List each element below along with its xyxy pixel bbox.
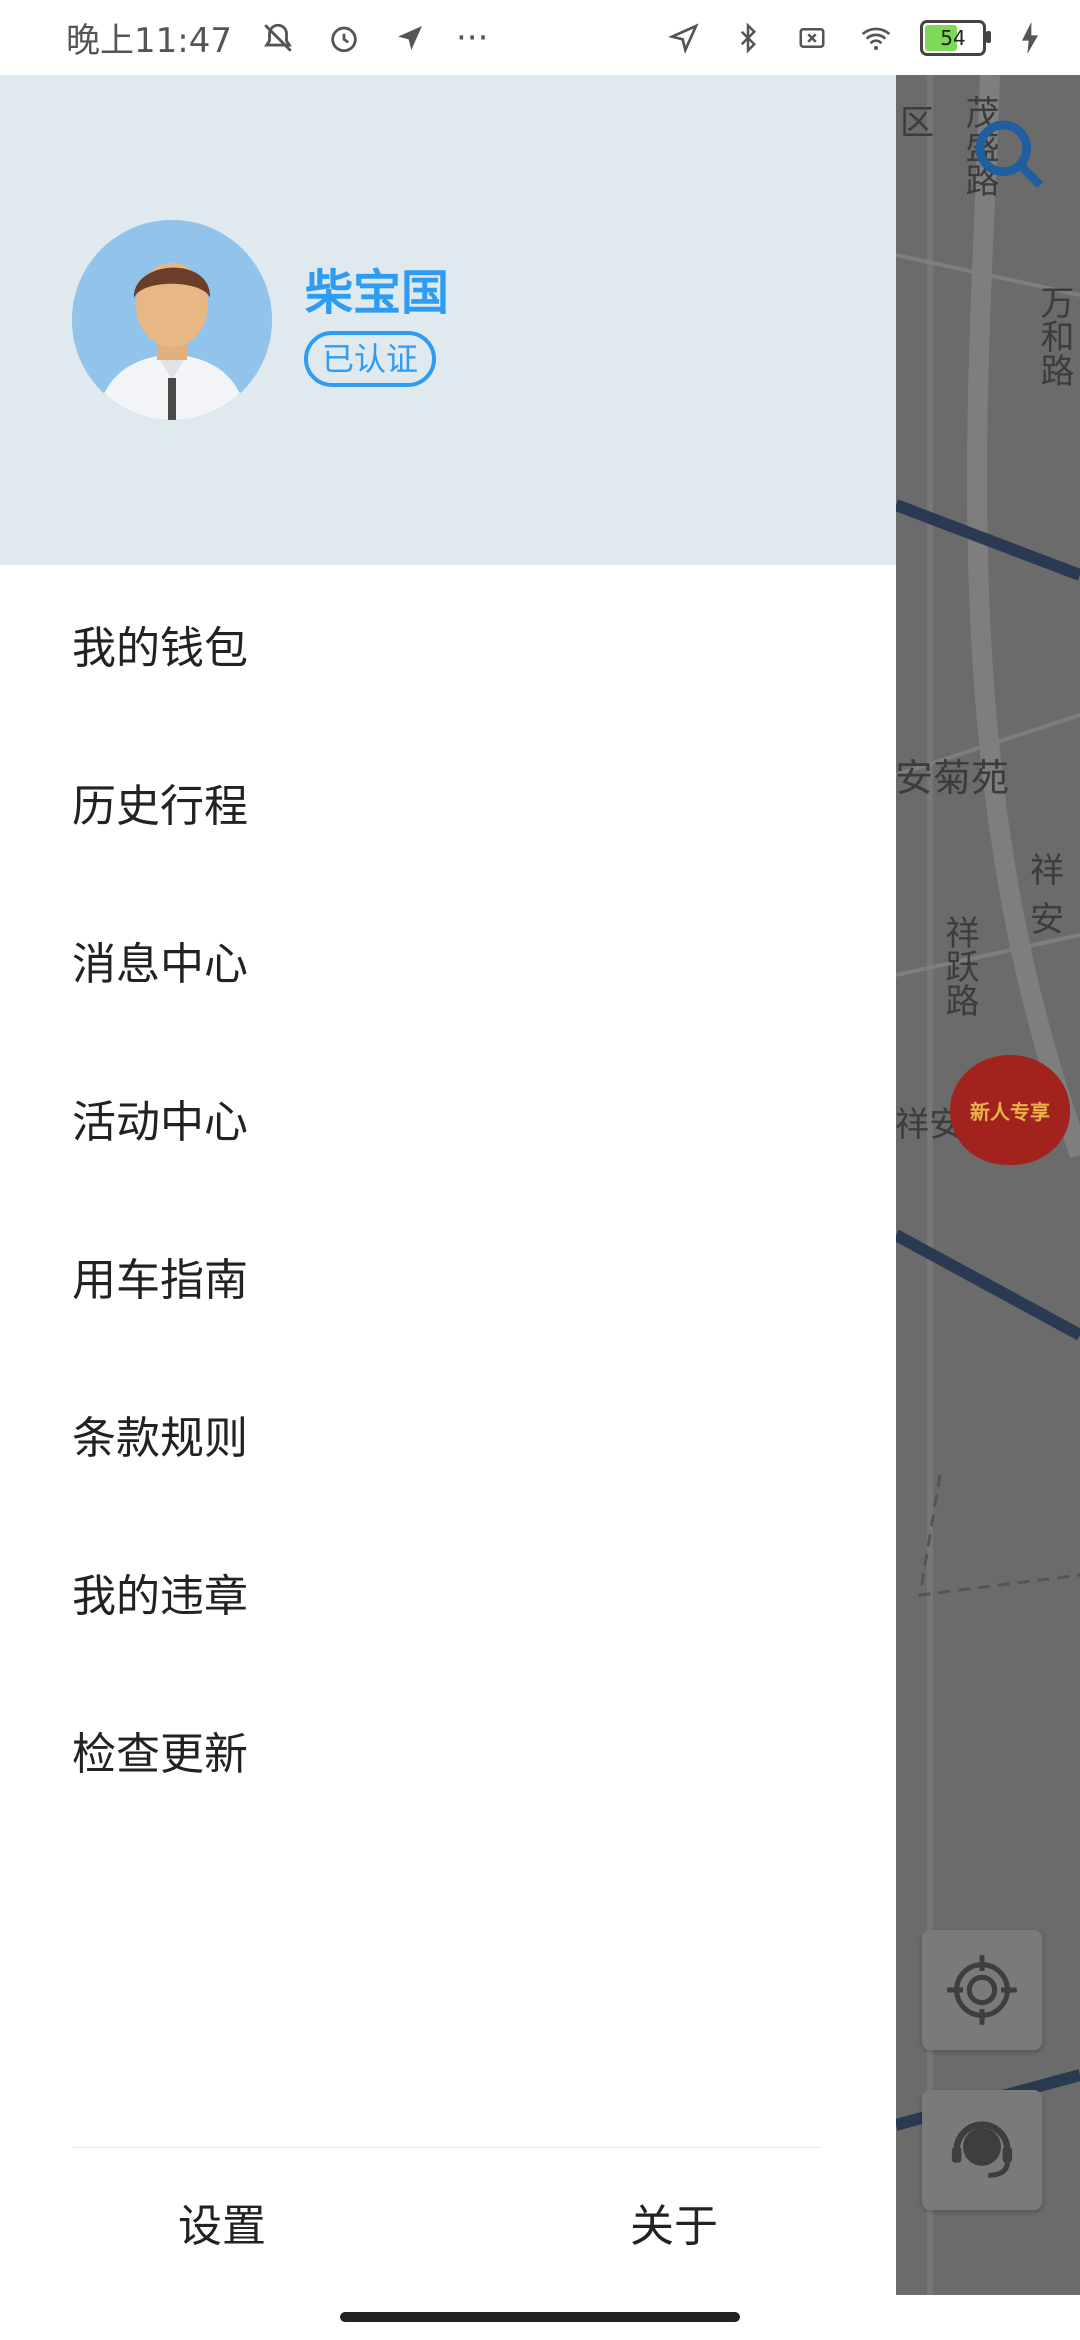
menu-item-message-center[interactable]: 消息中心: [0, 881, 896, 1039]
user-avatar-icon: [72, 220, 272, 420]
map-label-district: 区: [900, 103, 934, 143]
charging-icon: [1010, 18, 1050, 58]
verified-badge: 已认证: [304, 331, 437, 387]
more-dots: ···: [455, 17, 489, 58]
menu-item-terms[interactable]: 条款规则: [0, 1355, 896, 1513]
locate-button[interactable]: [922, 1930, 1042, 2050]
menu-item-wallet[interactable]: 我的钱包: [0, 565, 896, 723]
menu-item-trip-history[interactable]: 历史行程: [0, 723, 896, 881]
drawer-footer: 设置 关于: [72, 2147, 822, 2296]
navigation-drawer: 柴宝国 已认证 我的钱包 历史行程 消息中心 活动中心 用车指南 条款规则 我的…: [0, 75, 896, 2295]
system-nav-bar: [0, 2295, 1080, 2340]
map-label-xiangyue-road: 祥跃路: [939, 915, 979, 1017]
status-time: 晚上11:47: [66, 21, 232, 61]
bluetooth-icon: [728, 18, 768, 58]
customer-service-button[interactable]: [922, 2090, 1042, 2210]
battery-icon: 54: [920, 19, 991, 56]
new-user-promo[interactable]: 新人专享: [950, 1055, 1070, 1165]
search-icon[interactable]: [970, 115, 1050, 199]
home-indicator[interactable]: [340, 2312, 740, 2322]
about-button[interactable]: 关于: [630, 2190, 822, 2254]
menu-item-check-update[interactable]: 检查更新: [0, 1671, 896, 1829]
promo-label: 新人专享: [970, 1099, 1050, 1124]
wifi-icon: [856, 18, 896, 58]
map-label-anjuyuan: 安菊苑: [895, 756, 1010, 800]
location-arrow-icon: [390, 18, 430, 58]
map-label-xiangan: 祥安: [1030, 851, 1064, 940]
alarm-icon: [324, 18, 364, 58]
bell-muted-icon: [258, 18, 298, 58]
status-bar: 晚上11:47 ··· 54: [0, 0, 1080, 75]
battery-level: 54: [940, 25, 966, 50]
status-left: 晚上11:47 ···: [0, 13, 488, 62]
profile-header: 柴宝国 已认证: [0, 75, 896, 565]
headset-icon: [951, 2121, 1013, 2178]
location-icon: [664, 18, 704, 58]
drawer-menu: 我的钱包 历史行程 消息中心 活动中心 用车指南 条款规则 我的违章 检查更新: [0, 565, 896, 1829]
settings-button[interactable]: 设置: [72, 2190, 266, 2254]
sim-off-icon: [792, 18, 832, 58]
status-right: 54: [664, 18, 1080, 58]
map-label-wanhe-road: 万和路: [1034, 285, 1074, 387]
avatar[interactable]: [72, 220, 272, 420]
menu-item-activity-center[interactable]: 活动中心: [0, 1039, 896, 1197]
target-icon: [947, 1955, 1017, 2025]
user-name: 柴宝国: [305, 265, 450, 321]
menu-item-usage-guide[interactable]: 用车指南: [0, 1197, 896, 1355]
menu-item-violations[interactable]: 我的违章: [0, 1513, 896, 1671]
